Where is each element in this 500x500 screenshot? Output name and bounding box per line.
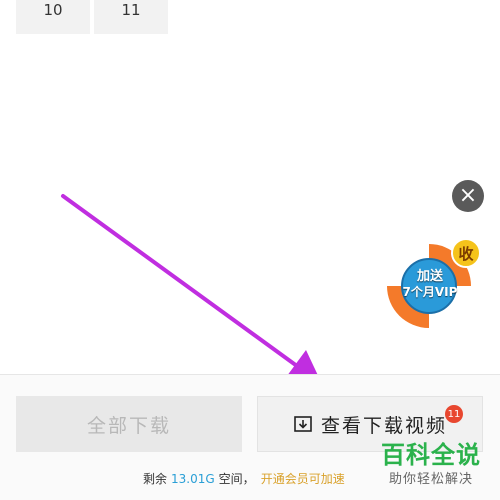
close-icon: × (458, 183, 478, 208)
download-box-icon (293, 414, 313, 434)
promo-line2: 7个月VIP (402, 285, 458, 299)
collect-badge: 收 (451, 238, 481, 268)
watermark: 百科全说 助你轻松解决 (376, 440, 486, 490)
storage-suffix: 空间， (218, 472, 255, 486)
view-downloads-label: 查看下载视频 (320, 414, 447, 437)
episode-tile-label: 10 (43, 1, 63, 19)
vip-promo-banner[interactable]: 加送 7个月VIP 收 (385, 236, 483, 336)
episode-tile-10[interactable]: 10 (16, 0, 90, 34)
watermark-subtitle: 助你轻松解决 (388, 472, 473, 487)
watermark-title: 百科全说 (381, 441, 481, 469)
storage-size: 13.01G (171, 472, 215, 486)
storage-prefix: 剩余 (143, 472, 168, 486)
download-count-badge: 11 (445, 405, 463, 423)
episode-tile-11[interactable]: 11 (94, 0, 168, 34)
episode-tile-label: 11 (121, 1, 141, 19)
promo-line1: 加送 (416, 269, 443, 284)
storage-info: 剩余 13.01G 空间， 开通会员可加速 (143, 470, 345, 487)
download-all-button[interactable]: 全部下载 (16, 396, 242, 452)
download-all-label: 全部下载 (86, 414, 171, 437)
vip-speedup-link[interactable]: 开通会员可加速 (261, 472, 345, 486)
close-promo-button[interactable]: × (452, 180, 484, 212)
